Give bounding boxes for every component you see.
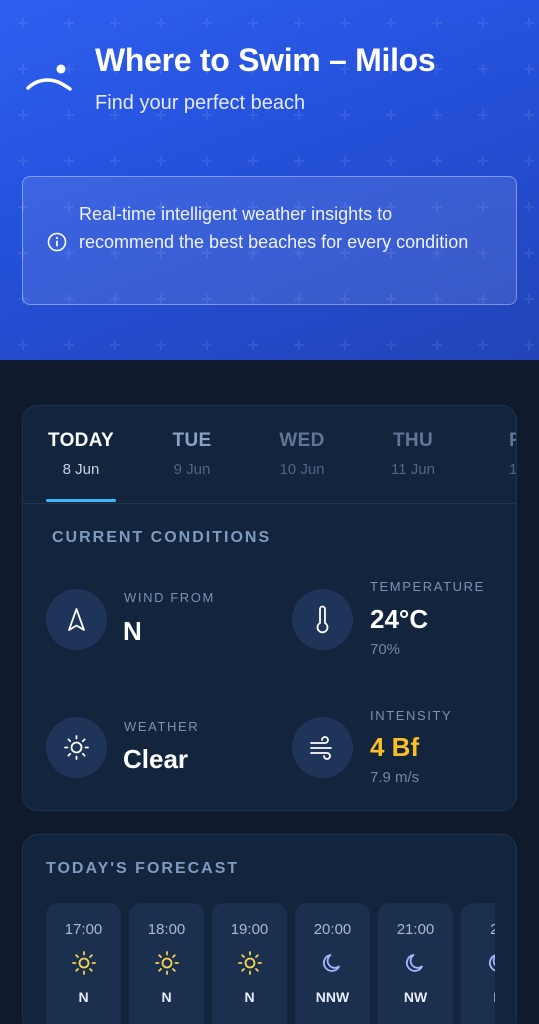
tab-tue[interactable]: TUE 9 Jun bbox=[142, 430, 242, 478]
page-title: Where to Swim – Milos bbox=[95, 42, 436, 78]
hourly-forecast-list[interactable]: 17:00 N 18:00 N 19:00 N 20:00 NNW 21:00 … bbox=[46, 903, 495, 1024]
weather-label: WEATHER bbox=[124, 719, 200, 734]
active-tab-indicator bbox=[46, 499, 116, 502]
tab-wed[interactable]: WED 10 Jun bbox=[252, 430, 352, 478]
tab-date-label: 12 bbox=[509, 461, 517, 478]
forecast-wind-direction: N bbox=[244, 989, 255, 1005]
moon-icon bbox=[322, 954, 340, 972]
forecast-time: 20:00 bbox=[313, 921, 352, 938]
tab-day-label: TUE bbox=[172, 430, 212, 451]
tab-date-label: 9 Jun bbox=[173, 461, 211, 478]
intensity-label: INTENSITY bbox=[370, 708, 453, 723]
intensity-icon-badge bbox=[292, 717, 353, 778]
tab-day-label: WED bbox=[279, 430, 325, 451]
intensity-value: 4 Bf bbox=[370, 732, 420, 762]
forecast-time: 19:00 bbox=[230, 921, 269, 938]
forecast-wind-direction: NW bbox=[403, 989, 428, 1005]
conditions-card: TODAY 8 Jun TUE 9 Jun WED 10 Jun THU 11 … bbox=[22, 405, 517, 811]
temperature-icon-badge bbox=[292, 589, 353, 650]
forecast-time: 21:00 bbox=[396, 921, 435, 938]
temperature-label: TEMPERATURE bbox=[370, 579, 485, 594]
temperature-value: 24°C bbox=[370, 604, 429, 634]
sun-icon bbox=[155, 951, 179, 975]
tab-fri[interactable]: F 12 bbox=[473, 430, 517, 478]
forecast-hour[interactable]: 21:00 NW bbox=[378, 903, 453, 1024]
day-tabs: TODAY 8 Jun TUE 9 Jun WED 10 Jun THU 11 … bbox=[23, 406, 517, 504]
humidity-value: 70% bbox=[370, 641, 401, 658]
thermometer-icon bbox=[316, 605, 329, 634]
forecast-time: 18:00 bbox=[147, 921, 186, 938]
swimmer-icon bbox=[26, 64, 72, 91]
tab-today[interactable]: TODAY 8 Jun bbox=[31, 430, 131, 478]
forecast-hour[interactable]: 18:00 N bbox=[129, 903, 204, 1024]
tab-day-label: F bbox=[509, 430, 516, 452]
wind-value: N bbox=[123, 616, 142, 646]
wind-speed-value: 7.9 m/s bbox=[370, 769, 420, 786]
navigation-arrow-icon bbox=[68, 608, 85, 631]
sun-icon bbox=[238, 951, 262, 975]
moon-icon bbox=[405, 954, 423, 972]
forecast-time: 17:00 bbox=[64, 921, 103, 938]
forecast-wind-direction: N bbox=[161, 989, 172, 1005]
wind-icon bbox=[310, 736, 332, 760]
forecast-hour[interactable]: 20:00 NNW bbox=[295, 903, 370, 1024]
forecast-wind-direction: NNW bbox=[315, 989, 350, 1005]
tab-date-label: 8 Jun bbox=[62, 461, 100, 478]
wind-label: WIND FROM bbox=[124, 590, 215, 605]
forecast-hour[interactable]: 17:00 N bbox=[46, 903, 121, 1024]
weather-icon-badge bbox=[46, 717, 107, 778]
forecast-time: 22 bbox=[461, 921, 495, 938]
forecast-hour[interactable]: 22 N bbox=[461, 903, 495, 1024]
tab-day-label: THU bbox=[393, 430, 433, 451]
tab-date-label: 10 Jun bbox=[279, 461, 325, 478]
forecast-heading: TODAY'S FORECAST bbox=[46, 860, 240, 877]
wind-icon-badge bbox=[46, 589, 107, 650]
sun-icon bbox=[72, 951, 96, 975]
page-subtitle: Find your perfect beach bbox=[95, 92, 306, 114]
forecast-card: TODAY'S FORECAST 17:00 N 18:00 N 19:00 N… bbox=[22, 834, 517, 1024]
sun-icon bbox=[64, 735, 89, 760]
info-text: Real-time intelligent weather insights t… bbox=[79, 204, 469, 252]
current-conditions-heading: CURRENT CONDITIONS bbox=[52, 529, 272, 546]
forecast-wind-direction: N bbox=[78, 989, 89, 1005]
weather-value: Clear bbox=[123, 744, 189, 774]
moon-icon bbox=[488, 954, 495, 972]
info-icon bbox=[47, 232, 67, 252]
forecast-wind-direction: N bbox=[461, 989, 495, 1005]
tab-thu[interactable]: THU 11 Jun bbox=[363, 430, 463, 478]
app-header: Where to Swim – Milos Find your perfect … bbox=[0, 0, 539, 360]
tab-date-label: 11 Jun bbox=[391, 461, 435, 478]
forecast-hour[interactable]: 19:00 N bbox=[212, 903, 287, 1024]
tab-day-label: TODAY bbox=[48, 430, 114, 451]
info-banner: Real-time intelligent weather insights t… bbox=[22, 176, 517, 305]
